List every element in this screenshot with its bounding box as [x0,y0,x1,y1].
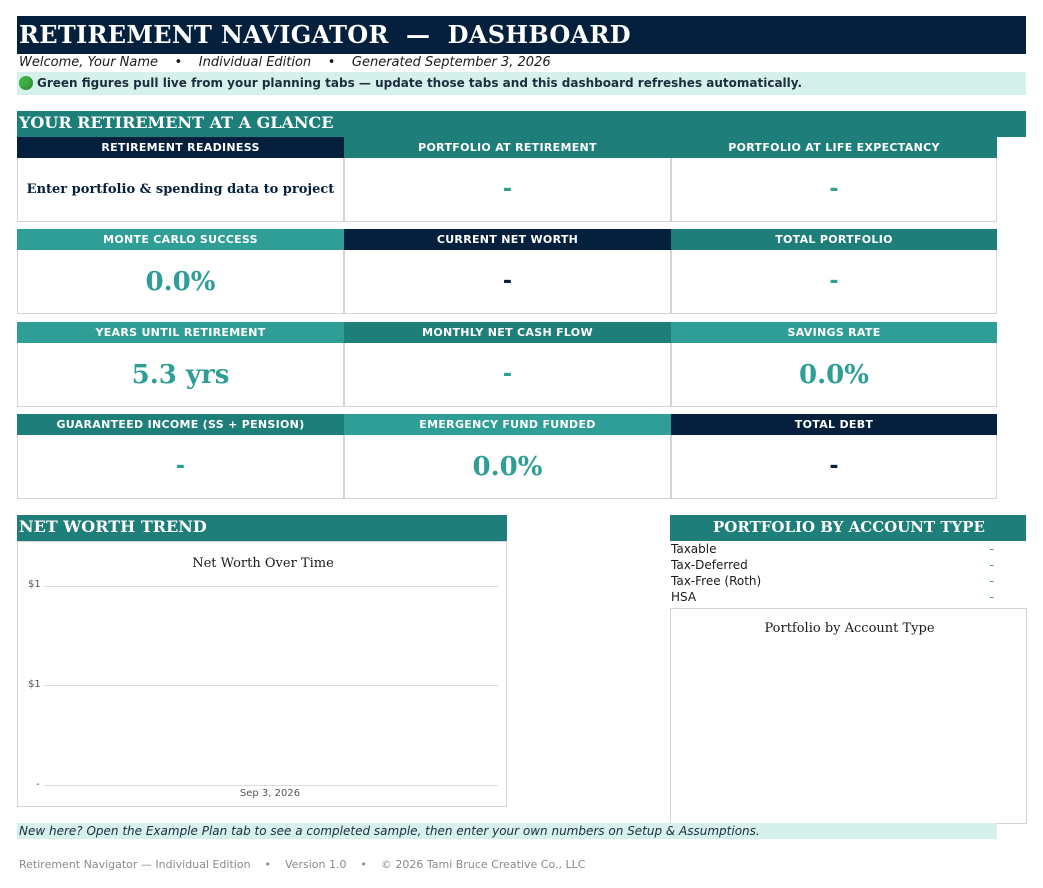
card-current-net-worth: CURRENT NET WORTH - [344,229,671,314]
card-value: 0.0% [344,435,671,499]
card-label: PORTFOLIO AT LIFE EXPECTANCY [671,137,997,158]
card-years-until-retirement: YEARS UNTIL RETIREMENT 5.3 yrs [17,322,344,407]
x-tick-label: Sep 3, 2026 [239,788,301,799]
account-name: Tax-Free (Roth) [671,574,762,588]
portfolio-section-title: PORTFOLIO BY ACCOUNT TYPE [713,518,985,536]
y-tick-label: $1 [28,579,41,590]
portfolio-section-header: PORTFOLIO BY ACCOUNT TYPE [670,515,1026,541]
account-name: Tax-Deferred [671,558,748,572]
networth-chart[interactable]: Net Worth Over Time $1 $1 - Sep 3, 2026 [17,541,507,807]
networth-section-header: NET WORTH TREND [17,515,507,541]
account-value: - [989,590,994,604]
glance-section-title: YOUR RETIREMENT AT A GLANCE [19,113,334,132]
notice-text: Green figures pull live from your planni… [37,76,803,90]
card-portfolio-at-retirement: PORTFOLIO AT RETIREMENT - [344,137,671,222]
card-label: SAVINGS RATE [671,322,997,343]
card-label: GUARANTEED INCOME (SS + PENSION) [17,414,344,435]
card-monthly-net-cash-flow: MONTHLY NET CASH FLOW - [344,322,671,407]
card-emergency-fund-funded: EMERGENCY FUND FUNDED 0.0% [344,414,671,499]
networth-chart-title: Net Worth Over Time [192,556,334,571]
account-value: - [989,558,994,572]
card-value: 0.0% [671,343,997,407]
card-value: Enter portfolio & spending data to proje… [17,158,344,222]
y-tick-label: $1 [28,679,41,690]
card-value: - [344,343,671,407]
card-label: TOTAL PORTFOLIO [671,229,997,250]
card-value: - [344,158,671,222]
card-value: - [671,158,997,222]
card-label: EMERGENCY FUND FUNDED [344,414,671,435]
card-portfolio-at-life-expectancy: PORTFOLIO AT LIFE EXPECTANCY - [671,137,997,222]
card-total-debt: TOTAL DEBT - [671,414,997,499]
card-label: MONTHLY NET CASH FLOW [344,322,671,343]
gridline [44,586,498,587]
getting-started-hint: New here? Open the Example Plan tab to s… [17,823,997,839]
account-row-taxable: Taxable - [671,541,1026,557]
card-savings-rate: SAVINGS RATE 0.0% [671,322,997,407]
green-dot-icon [19,76,33,90]
networth-section-title: NET WORTH TREND [19,517,207,536]
card-label: RETIREMENT READINESS [17,137,344,158]
card-value: 0.0% [17,250,344,314]
card-label: CURRENT NET WORTH [344,229,671,250]
card-label: TOTAL DEBT [671,414,997,435]
live-data-notice: Green figures pull live from your planni… [17,72,1026,95]
account-list: Taxable - Tax-Deferred - Tax-Free (Roth)… [671,541,1026,605]
footer-text: Retirement Navigator — Individual Editio… [19,858,586,871]
account-row-roth: Tax-Free (Roth) - [671,573,1026,589]
account-row-tax-deferred: Tax-Deferred - [671,557,1026,573]
card-monte-carlo-success: MONTE CARLO SUCCESS 0.0% [17,229,344,314]
welcome-subtitle: Welcome, Your Name • Individual Edition … [19,55,551,70]
card-value: - [671,435,997,499]
glance-section-header: YOUR RETIREMENT AT A GLANCE [17,111,1026,137]
gridline [44,785,498,786]
account-row-hsa: HSA - [671,589,1026,605]
card-label: PORTFOLIO AT RETIREMENT [344,137,671,158]
account-value: - [989,542,994,556]
portfolio-chart-title: Portfolio by Account Type [764,621,935,636]
card-value: 5.3 yrs [17,343,344,407]
gridline [44,685,498,686]
card-guaranteed-income: GUARANTEED INCOME (SS + PENSION) - [17,414,344,499]
account-name: Taxable [671,542,717,556]
card-total-portfolio: TOTAL PORTFOLIO - [671,229,997,314]
card-value: - [671,250,997,314]
card-label: YEARS UNTIL RETIREMENT [17,322,344,343]
card-value: - [17,435,344,499]
account-name: HSA [671,590,697,604]
card-retirement-readiness: RETIREMENT READINESS Enter portfolio & s… [17,137,344,222]
account-value: - [989,574,994,588]
portfolio-chart[interactable]: Portfolio by Account Type [670,608,1027,824]
card-label: MONTE CARLO SUCCESS [17,229,344,250]
dashboard-title: RETIREMENT NAVIGATOR — DASHBOARD [17,16,1026,54]
card-value: - [344,250,671,314]
